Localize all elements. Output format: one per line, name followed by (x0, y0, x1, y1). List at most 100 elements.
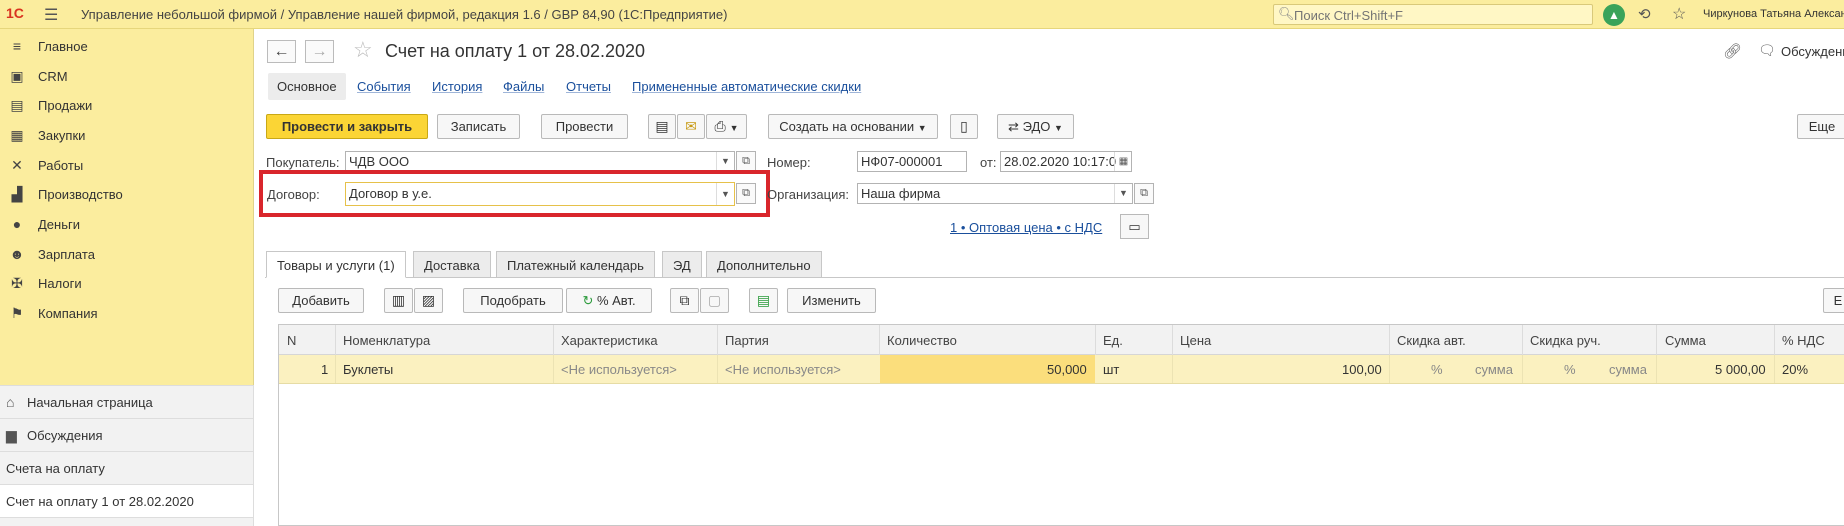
global-search[interactable]: 🔍︎ (1273, 4, 1593, 25)
cell-characteristic[interactable]: <Не используется> (561, 362, 677, 377)
barcode-icon[interactable]: ▥ (384, 288, 413, 313)
tab-goods-services[interactable]: Товары и услуги (1) (266, 251, 406, 278)
cell-item[interactable]: Буклеты (343, 362, 393, 377)
home-page-link[interactable]: ⌂ Начальная страница (0, 386, 253, 419)
notifications-icon[interactable]: ▲ (1603, 4, 1625, 26)
copy-icon[interactable]: ⧉ (670, 288, 699, 313)
cell-manual-discount-pct[interactable]: % (1564, 362, 1576, 377)
date-input[interactable] (1004, 154, 1116, 169)
tab-main[interactable]: Основное (268, 73, 346, 100)
cell-unit[interactable]: шт (1103, 362, 1119, 377)
col-sum[interactable]: Сумма (1665, 333, 1706, 348)
tab-ed[interactable]: ЭД (662, 251, 702, 278)
organization-input[interactable] (861, 186, 1111, 201)
col-n[interactable]: N (287, 333, 296, 348)
document-print-icon[interactable]: ▤ (648, 114, 676, 139)
buyer-input[interactable] (349, 154, 709, 169)
discussions-button[interactable]: Обсуждение (1781, 44, 1844, 59)
dropdown-arrow-icon[interactable]: ▼ (716, 183, 734, 205)
tab-reports[interactable]: Отчеты (566, 79, 611, 94)
dropdown-arrow-icon[interactable]: ▼ (1114, 184, 1132, 203)
contract-field[interactable]: ▼ (345, 182, 735, 206)
tab-history[interactable]: История (432, 79, 482, 94)
organization-label: Организация: (767, 187, 850, 202)
post-button[interactable]: Провести (541, 114, 628, 139)
paste-icon[interactable]: ▢ (700, 288, 729, 313)
table-row[interactable]: 1 Буклеты <Не используется> <Не использу… (279, 355, 1844, 384)
date-field[interactable]: ▦ (1000, 151, 1132, 172)
discussion-icon[interactable]: 🗨︎ (1758, 42, 1776, 59)
sidebar-item-company[interactable]: ⚑ Компания (0, 296, 253, 331)
edo-menu-button[interactable]: ⇄ ЭДО ▼ (997, 114, 1074, 139)
cell-quantity[interactable]: 50,000 (1047, 362, 1087, 377)
more-table-button[interactable]: Е (1823, 288, 1844, 313)
buyer-field[interactable]: ▼ (345, 151, 735, 172)
tools-icon: ✕ (11, 157, 23, 173)
email-icon[interactable]: ✉ (677, 114, 705, 139)
post-and-close-button[interactable]: Провести и закрыть (266, 114, 428, 139)
add-favorite-star-icon[interactable]: ☆ (353, 37, 373, 63)
chevron-down-icon: ▼ (729, 123, 739, 133)
col-unit[interactable]: Ед. (1103, 333, 1123, 348)
search-input[interactable] (1294, 7, 1584, 23)
open-window-invoice-1[interactable]: Счет на оплату 1 от 28.02.2020 (0, 485, 253, 518)
cell-auto-discount-sum[interactable]: сумма (1475, 362, 1513, 377)
cell-manual-discount-sum[interactable]: сумма (1609, 362, 1647, 377)
tab-files[interactable]: Файлы (503, 79, 544, 94)
change-button[interactable]: Изменить (787, 288, 876, 313)
contract-input[interactable] (349, 186, 709, 201)
col-vat[interactable]: % НДС (1782, 333, 1825, 348)
more-button[interactable]: Еще (1797, 114, 1844, 139)
structure-icon[interactable]: ▯ (950, 114, 978, 139)
col-auto-discount[interactable]: Скидка авт. (1397, 333, 1466, 348)
forward-button[interactable]: → (305, 40, 334, 63)
discussions-link[interactable]: ▆ Обсуждения (0, 419, 253, 452)
pick-button[interactable]: Подобрать (463, 288, 563, 313)
back-button[interactable]: ← (267, 40, 296, 63)
number-input[interactable] (861, 154, 965, 169)
col-price[interactable]: Цена (1180, 333, 1211, 348)
cell-batch[interactable]: <Не используется> (725, 362, 841, 377)
tab-events[interactable]: События (357, 79, 411, 94)
add-row-button[interactable]: Добавить (278, 288, 364, 313)
organization-field[interactable]: ▼ (857, 183, 1133, 204)
tab-applied-discounts[interactable]: Примененные автоматические скидки (632, 79, 861, 94)
search-icon: 🔍︎ (1278, 6, 1295, 21)
favorites-star-icon[interactable]: ☆ (1672, 4, 1686, 24)
auto-discount-button[interactable]: ↻ % Авт. (566, 288, 652, 313)
main-menu-icon[interactable]: ☰ (44, 5, 58, 25)
refresh-icon: ↻ (582, 293, 594, 308)
people-icon: ☻ (9, 246, 25, 262)
tab-additional[interactable]: Дополнительно (706, 251, 822, 278)
tab-delivery[interactable]: Доставка (413, 251, 491, 278)
open-organization-icon[interactable]: ⧉ (1134, 183, 1154, 204)
col-manual-discount[interactable]: Скидка руч. (1530, 333, 1601, 348)
col-item[interactable]: Номенклатура (343, 333, 430, 348)
col-batch[interactable]: Партия (725, 333, 769, 348)
create-based-on-button[interactable]: Создать на основании ▼ (768, 114, 938, 139)
price-type-link[interactable]: 1 • Оптовая цена • с НДС (950, 220, 1102, 235)
app-title: Управление небольшой фирмой / Управление… (81, 7, 728, 22)
price-settings-icon[interactable]: ▭ (1120, 214, 1149, 239)
cell-price[interactable]: 100,00 (1342, 362, 1382, 377)
cell-sum[interactable]: 5 000,00 (1715, 362, 1766, 377)
user-name[interactable]: Чиркунова Татьяна Александровна (1703, 8, 1844, 20)
print-menu-button[interactable]: ⎙ ▼ (706, 114, 747, 139)
tab-payment-calendar[interactable]: Платежный календарь (496, 251, 655, 278)
contract-label: Договор: (267, 187, 320, 202)
col-characteristic[interactable]: Характеристика (561, 333, 658, 348)
calendar-icon[interactable]: ▦ (1114, 152, 1132, 171)
number-field[interactable] (857, 151, 967, 172)
save-button[interactable]: Записать (437, 114, 520, 139)
link-icon[interactable]: 🔗︎ (1723, 42, 1742, 60)
open-window-invoices-list[interactable]: Счета на оплату (0, 452, 253, 485)
open-contract-icon[interactable]: ⧉ (736, 183, 756, 204)
col-quantity[interactable]: Количество (887, 333, 957, 348)
barcode-search-icon[interactable]: ▨ (414, 288, 443, 313)
table-settings-icon[interactable]: ▤ (749, 288, 778, 313)
history-icon[interactable]: ⟲ (1638, 5, 1651, 23)
cell-auto-discount-pct[interactable]: % (1431, 362, 1443, 377)
open-buyer-icon[interactable]: ⧉ (736, 151, 756, 172)
dropdown-arrow-icon[interactable]: ▼ (716, 152, 734, 171)
cell-vat[interactable]: 20% (1782, 362, 1808, 377)
